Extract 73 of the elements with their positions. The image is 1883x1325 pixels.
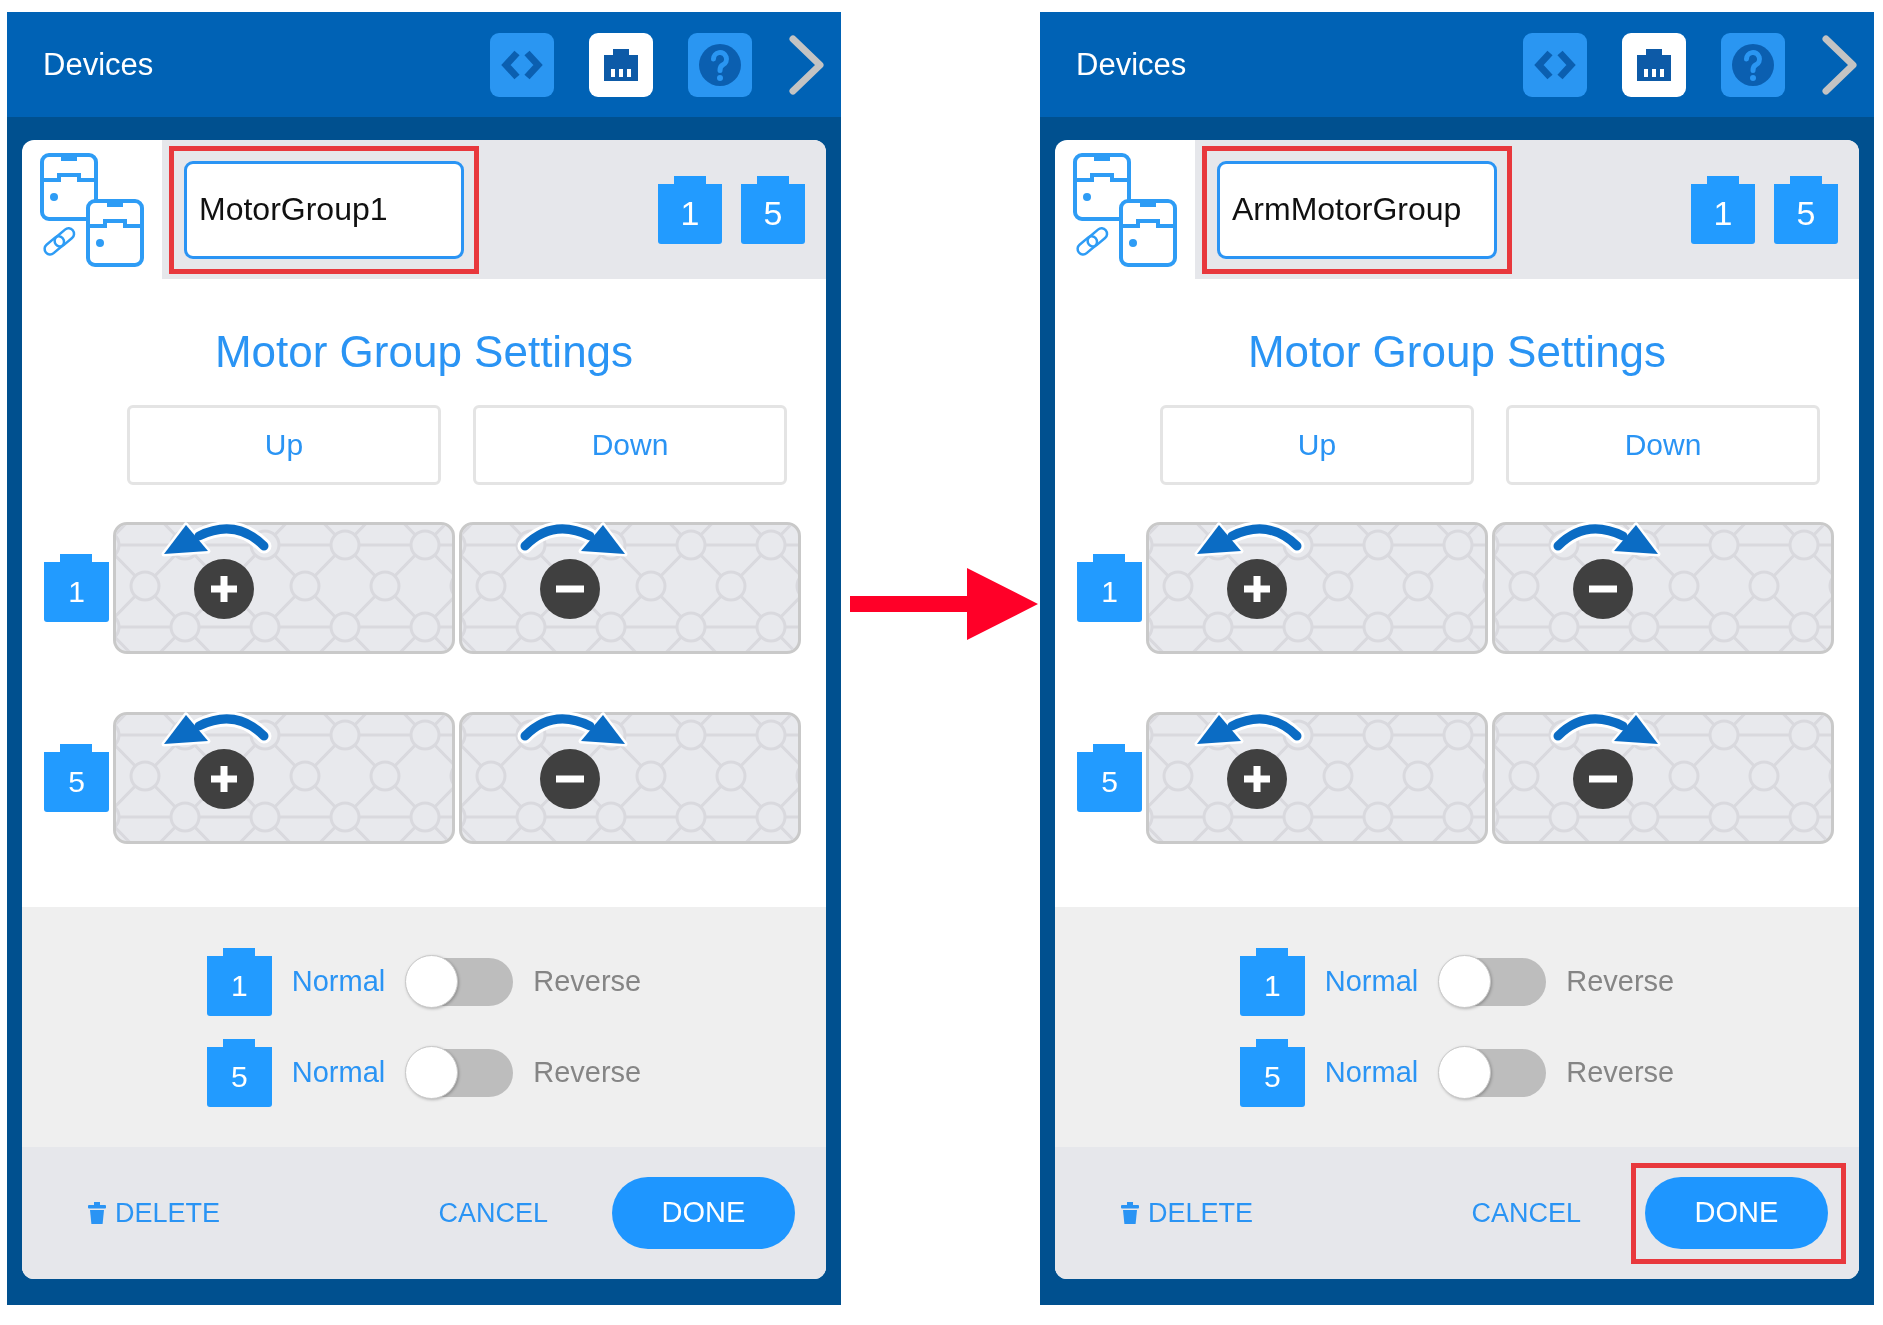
minus-circle-icon — [1573, 559, 1633, 619]
trash-icon — [1121, 1202, 1139, 1224]
counterclockwise-arrow-icon — [159, 520, 273, 558]
direction-toggle[interactable] — [405, 954, 514, 1009]
chevron-right-icon[interactable] — [787, 33, 827, 96]
cancel-button[interactable]: CANCEL — [438, 1197, 548, 1229]
reverse-label: Reverse — [533, 965, 642, 998]
direction-button[interactable]: Up — [127, 405, 441, 485]
port-tag: 5 — [44, 744, 109, 812]
counterclockwise-arrow-icon — [1192, 520, 1306, 558]
direction-toggle[interactable] — [1438, 1045, 1547, 1100]
port-tag: 1 — [658, 175, 722, 244]
reverse-label: Reverse — [533, 1056, 642, 1089]
motor-control-tile[interactable] — [1492, 712, 1834, 844]
port-tag: 5 — [1239, 1038, 1305, 1107]
motor-control-tile[interactable] — [459, 712, 801, 844]
minus-circle-icon — [540, 749, 600, 809]
motor-control-tile[interactable] — [1492, 522, 1834, 654]
motor-group-icon — [39, 151, 145, 268]
motor-control-tile[interactable] — [1146, 522, 1488, 654]
port-tag: 1 — [44, 554, 109, 622]
delete-button[interactable]: DELETE — [1121, 1197, 1254, 1229]
motor-control-tile[interactable] — [113, 522, 455, 654]
group-name-field[interactable]: ArmMotorGroup — [1217, 160, 1497, 259]
normal-label: Normal — [1324, 1056, 1419, 1089]
minus-circle-icon — [1573, 749, 1633, 809]
clockwise-arrow-icon — [516, 520, 630, 558]
port-tag: 1 — [1691, 175, 1755, 244]
motor-control-tile[interactable] — [1146, 712, 1488, 844]
panel-title: Devices — [43, 46, 155, 83]
counterclockwise-arrow-icon — [159, 710, 273, 748]
direction-toggle[interactable] — [1438, 954, 1547, 1009]
direction-toggle[interactable] — [405, 1045, 514, 1100]
motor-control-tile[interactable] — [459, 522, 801, 654]
port-tag: 5 — [206, 1038, 272, 1107]
clockwise-arrow-icon — [1549, 520, 1663, 558]
port-tag: 1 — [1239, 947, 1305, 1016]
reverse-label: Reverse — [1566, 965, 1675, 998]
chevron-right-icon[interactable] — [1820, 33, 1860, 96]
motor-group-icon — [1072, 151, 1178, 268]
port-tag: 1 — [206, 947, 272, 1016]
plus-circle-icon — [1227, 559, 1287, 619]
minus-circle-icon — [540, 559, 600, 619]
trash-icon — [88, 1202, 106, 1224]
group-name-field[interactable]: MotorGroup1 — [184, 160, 464, 259]
counterclockwise-arrow-icon — [1192, 710, 1306, 748]
section-title: Motor Group Settings — [213, 326, 635, 378]
reverse-label: Reverse — [1566, 1056, 1675, 1089]
cancel-button[interactable]: CANCEL — [1471, 1197, 1581, 1229]
plus-circle-icon — [194, 559, 254, 619]
clockwise-arrow-icon — [1549, 710, 1663, 748]
clockwise-arrow-icon — [516, 710, 630, 748]
done-button[interactable]: DONE — [612, 1176, 795, 1249]
normal-label: Normal — [291, 1056, 386, 1089]
plus-circle-icon — [1227, 749, 1287, 809]
ethernet-port-icon[interactable] — [589, 32, 653, 97]
port-tag: 5 — [1774, 175, 1838, 244]
delete-button[interactable]: DELETE — [88, 1197, 221, 1229]
port-tag: 5 — [1077, 744, 1142, 812]
port-tag: 1 — [1077, 554, 1142, 622]
ethernet-port-icon[interactable] — [1622, 32, 1686, 97]
panel-title: Devices — [1076, 46, 1188, 83]
motor-control-tile[interactable] — [113, 712, 455, 844]
normal-label: Normal — [1324, 965, 1419, 998]
done-button[interactable]: DONE — [1645, 1176, 1828, 1249]
plus-circle-icon — [194, 749, 254, 809]
direction-button[interactable]: Down — [1506, 405, 1820, 485]
direction-button[interactable]: Down — [473, 405, 787, 485]
section-title: Motor Group Settings — [1246, 326, 1668, 378]
direction-button[interactable]: Up — [1160, 405, 1474, 485]
right-arrow-icon — [850, 568, 1038, 640]
port-tag: 5 — [741, 175, 805, 244]
normal-label: Normal — [291, 965, 386, 998]
